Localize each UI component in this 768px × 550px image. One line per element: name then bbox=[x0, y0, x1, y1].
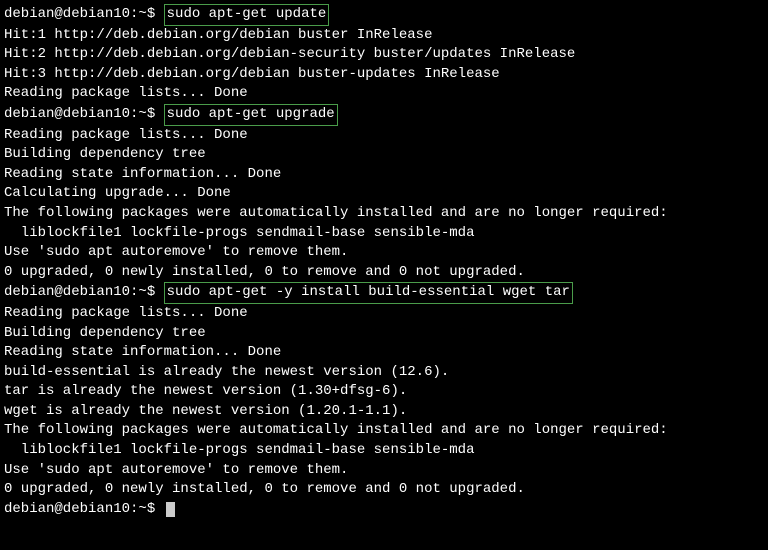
terminal-line: Reading package lists... Done bbox=[4, 84, 764, 104]
shell-output: Hit:2 http://deb.debian.org/debian-secur… bbox=[4, 46, 575, 62]
shell-output: tar is already the newest version (1.30+… bbox=[4, 383, 407, 399]
shell-output: The following packages were automaticall… bbox=[4, 205, 668, 221]
cursor-icon bbox=[166, 502, 175, 517]
shell-prompt: debian@debian10:~$ bbox=[4, 501, 164, 517]
terminal-line: Reading package lists... Done bbox=[4, 304, 764, 324]
shell-command: sudo apt-get -y install build-essential … bbox=[164, 282, 573, 304]
terminal-line: Reading state information... Done bbox=[4, 343, 764, 363]
terminal-line: Building dependency tree bbox=[4, 324, 764, 344]
shell-output: Reading package lists... Done bbox=[4, 127, 248, 143]
shell-output: Reading package lists... Done bbox=[4, 85, 248, 101]
terminal-line: Hit:1 http://deb.debian.org/debian buste… bbox=[4, 26, 764, 46]
terminal-line: tar is already the newest version (1.30+… bbox=[4, 382, 764, 402]
shell-command: sudo apt-get update bbox=[164, 4, 330, 26]
shell-prompt: debian@debian10:~$ bbox=[4, 106, 164, 122]
terminal-line: build-essential is already the newest ve… bbox=[4, 363, 764, 383]
terminal-line: debian@debian10:~$ sudo apt-get update bbox=[4, 4, 764, 26]
terminal-line: debian@debian10:~$ sudo apt-get upgrade bbox=[4, 104, 764, 126]
terminal-line: liblockfile1 lockfile-progs sendmail-bas… bbox=[4, 441, 764, 461]
terminal-line: 0 upgraded, 0 newly installed, 0 to remo… bbox=[4, 480, 764, 500]
terminal-line: Reading package lists... Done bbox=[4, 126, 764, 146]
shell-output: 0 upgraded, 0 newly installed, 0 to remo… bbox=[4, 264, 525, 280]
shell-output: wget is already the newest version (1.20… bbox=[4, 403, 407, 419]
shell-output: Reading state information... Done bbox=[4, 344, 281, 360]
shell-output: liblockfile1 lockfile-progs sendmail-bas… bbox=[4, 442, 474, 458]
shell-output: Calculating upgrade... Done bbox=[4, 185, 231, 201]
shell-command: sudo apt-get upgrade bbox=[164, 104, 338, 126]
shell-output: The following packages were automaticall… bbox=[4, 422, 668, 438]
terminal-line: Reading state information... Done bbox=[4, 165, 764, 185]
terminal-window[interactable]: debian@debian10:~$ sudo apt-get updateHi… bbox=[4, 4, 764, 519]
terminal-line: wget is already the newest version (1.20… bbox=[4, 402, 764, 422]
terminal-line: 0 upgraded, 0 newly installed, 0 to remo… bbox=[4, 263, 764, 283]
terminal-line: Use 'sudo apt autoremove' to remove them… bbox=[4, 461, 764, 481]
shell-output: Hit:1 http://deb.debian.org/debian buste… bbox=[4, 27, 432, 43]
shell-output: liblockfile1 lockfile-progs sendmail-bas… bbox=[4, 225, 474, 241]
shell-output: Reading state information... Done bbox=[4, 166, 281, 182]
shell-output: build-essential is already the newest ve… bbox=[4, 364, 449, 380]
shell-output: Building dependency tree bbox=[4, 146, 206, 162]
terminal-line: liblockfile1 lockfile-progs sendmail-bas… bbox=[4, 224, 764, 244]
terminal-line: Use 'sudo apt autoremove' to remove them… bbox=[4, 243, 764, 263]
shell-prompt: debian@debian10:~$ bbox=[4, 6, 164, 22]
shell-output: 0 upgraded, 0 newly installed, 0 to remo… bbox=[4, 481, 525, 497]
terminal-line: Building dependency tree bbox=[4, 145, 764, 165]
shell-output: Use 'sudo apt autoremove' to remove them… bbox=[4, 462, 348, 478]
shell-output: Reading package lists... Done bbox=[4, 305, 248, 321]
terminal-line: debian@debian10:~$ bbox=[4, 500, 764, 520]
terminal-line: debian@debian10:~$ sudo apt-get -y insta… bbox=[4, 282, 764, 304]
shell-output: Hit:3 http://deb.debian.org/debian buste… bbox=[4, 66, 500, 82]
terminal-line: The following packages were automaticall… bbox=[4, 204, 764, 224]
shell-output: Use 'sudo apt autoremove' to remove them… bbox=[4, 244, 348, 260]
shell-output: Building dependency tree bbox=[4, 325, 206, 341]
terminal-line: Hit:2 http://deb.debian.org/debian-secur… bbox=[4, 45, 764, 65]
terminal-line: Hit:3 http://deb.debian.org/debian buste… bbox=[4, 65, 764, 85]
terminal-line: Calculating upgrade... Done bbox=[4, 184, 764, 204]
terminal-line: The following packages were automaticall… bbox=[4, 421, 764, 441]
shell-prompt: debian@debian10:~$ bbox=[4, 284, 164, 300]
